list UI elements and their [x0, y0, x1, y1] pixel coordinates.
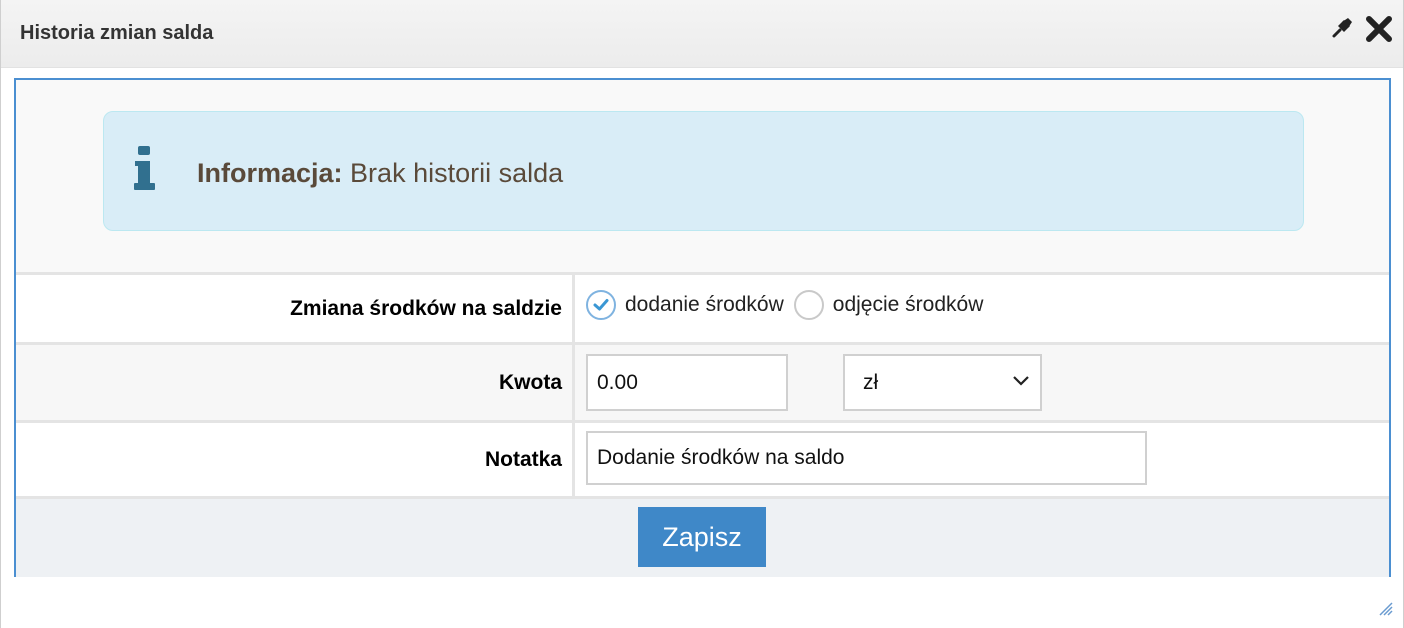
currency-value: zł [863, 370, 879, 394]
amount-row: Kwota 0.00 zł [16, 342, 1389, 420]
pin-icon[interactable] [1328, 14, 1356, 42]
add-funds-radio[interactable] [586, 290, 616, 320]
checkmark-icon [593, 299, 609, 311]
resize-grip-icon[interactable] [1377, 600, 1393, 616]
add-funds-label[interactable]: dodanie środków [625, 293, 784, 317]
dialog-content: Informacja: Brak historii salda Zmiana ś… [14, 78, 1391, 577]
dialog-title: Historia zmian salda [20, 22, 214, 44]
note-label: Notatka [16, 423, 575, 496]
balance-change-row: Zmiana środków na saldzie dodanie środkó… [16, 272, 1389, 342]
alert-message: Informacja: Brak historii salda [197, 158, 563, 189]
subtract-funds-radio[interactable] [793, 290, 824, 320]
amount-label: Kwota [16, 345, 575, 420]
info-alert: Informacja: Brak historii salda [103, 111, 1304, 231]
subtract-funds-label[interactable]: odjęcie środków [833, 293, 984, 317]
actions-row: Zapisz [16, 496, 1389, 577]
dialog-titlebar[interactable]: Historia zmian salda [1, 0, 1403, 68]
alert-label: Informacja: [197, 158, 343, 188]
note-input[interactable]: Dodanie środków na saldo [586, 431, 1147, 485]
currency-select[interactable]: zł [843, 354, 1042, 411]
balance-history-dialog: Historia zmian salda Informacja: Brak hi… [0, 0, 1404, 628]
balance-change-radio-group: dodanie środków odjęcie środków [586, 287, 993, 323]
info-icon [134, 146, 155, 190]
balance-change-label: Zmiana środków na saldzie [16, 275, 575, 342]
chevron-down-icon [1013, 376, 1029, 386]
close-icon[interactable] [1364, 14, 1394, 44]
amount-input[interactable]: 0.00 [586, 354, 788, 411]
save-button[interactable]: Zapisz [638, 507, 766, 567]
note-row: Notatka Dodanie środków na saldo [16, 420, 1389, 496]
alert-text: Brak historii salda [342, 158, 564, 188]
